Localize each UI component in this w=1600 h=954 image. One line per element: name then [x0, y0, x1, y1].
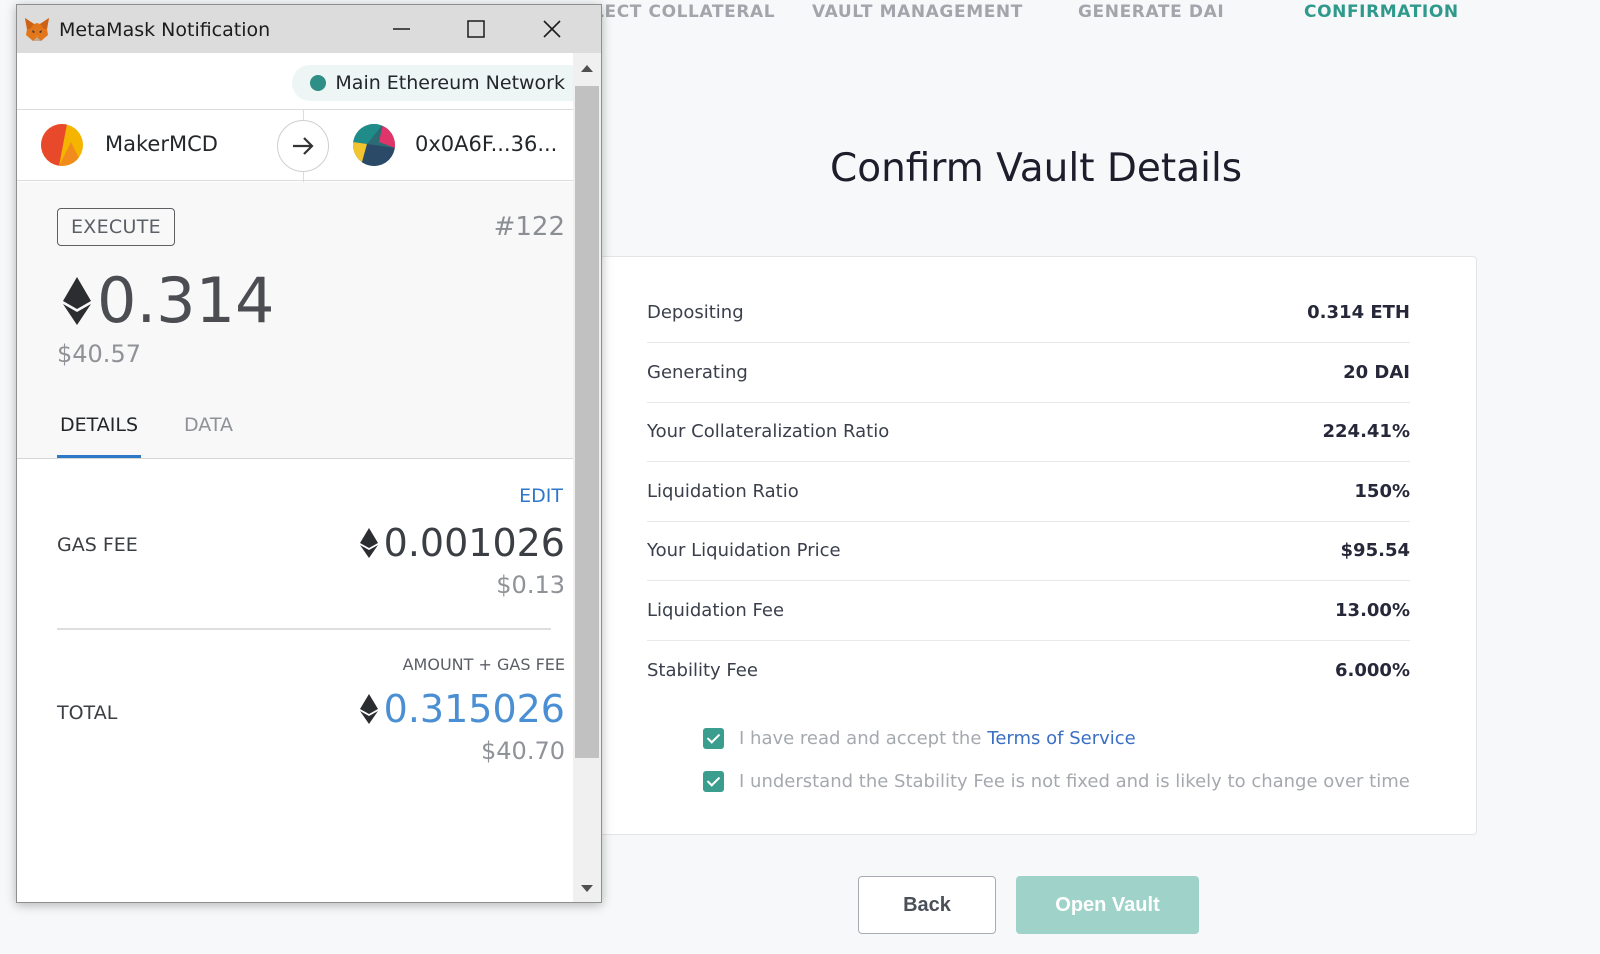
minimize-icon[interactable] [382, 11, 420, 47]
maximize-icon[interactable] [457, 11, 495, 47]
fee-divider [57, 628, 551, 630]
scrollbar[interactable] [573, 53, 601, 902]
ethereum-icon [63, 276, 91, 325]
arrow-right-icon [277, 120, 329, 172]
sender-account-name[interactable]: MakerMCD [105, 132, 218, 156]
close-icon[interactable] [533, 11, 571, 47]
summary-divider [17, 458, 575, 459]
detail-row: Stability Fee 6.000% [647, 640, 1410, 700]
recipient-address[interactable]: 0x0A6F...36... [415, 132, 557, 156]
total-label: TOTAL [57, 702, 118, 724]
detail-label: Depositing [647, 302, 744, 323]
detail-label: Stability Fee [647, 659, 758, 681]
open-vault-button[interactable]: Open Vault [1016, 876, 1199, 934]
detail-value: 224.41% [1322, 421, 1411, 442]
ethereum-icon [359, 694, 378, 724]
detail-row: Liquidation Ratio 150% [647, 462, 1410, 522]
total-eth-value: 0.315026 [383, 687, 565, 731]
stability-fee-checkbox[interactable] [703, 771, 724, 792]
scroll-thumb[interactable] [575, 86, 599, 758]
tab-details[interactable]: DETAILS [57, 410, 142, 458]
transaction-nonce: #122 [493, 212, 565, 242]
transaction-summary: EXECUTE #122 0.314 $40.57 DETAILS DATA [17, 182, 575, 458]
network-status-dot [310, 75, 327, 91]
detail-row: Generating 20 DAI [647, 343, 1410, 403]
detail-label: Liquidation Fee [647, 600, 785, 621]
metamask-content: Main Ethereum Network MakerMCD 0x0A6F...… [17, 53, 575, 902]
gas-fee-eth-value: 0.001026 [383, 521, 565, 565]
detail-row: Your Liquidation Price $95.54 [647, 521, 1410, 581]
amount-value: 0.314 [97, 264, 275, 337]
detail-row: Your Collateralization Ratio 224.41% [647, 402, 1410, 462]
detail-value: 0.314 ETH [1307, 302, 1410, 323]
stability-fee-text: I understand the Stability Fee is not fi… [739, 771, 1410, 792]
network-name: Main Ethereum Network [335, 72, 565, 94]
detail-value: 150% [1354, 481, 1410, 502]
detail-row: Liquidation Fee 13.00% [647, 581, 1410, 641]
vault-details-card: Depositing 0.314 ETH Generating 20 DAI Y… [598, 256, 1477, 835]
detail-value: $95.54 [1340, 540, 1410, 561]
page-title: Confirm Vault Details [830, 146, 1243, 191]
metamask-fox-icon [25, 18, 49, 41]
tab-data[interactable]: DATA [181, 410, 236, 458]
scroll-down-icon[interactable] [581, 885, 593, 892]
total-fiat: $40.70 [481, 737, 565, 765]
detail-label: Your Liquidation Price [647, 540, 841, 561]
total-eth: 0.315026 [359, 687, 565, 731]
detail-label: Liquidation Ratio [647, 481, 799, 502]
step-generate-dai: GENERATE DAI [1078, 2, 1225, 22]
gas-fee-fiat: $0.13 [496, 571, 565, 599]
stability-fee-checkbox-row[interactable]: I understand the Stability Fee is not fi… [703, 771, 1410, 792]
terms-of-service-link[interactable]: Terms of Service [987, 728, 1135, 749]
step-vault-management: VAULT MANAGEMENT [812, 2, 1023, 22]
amount-plus-gas-label: AMOUNT + GAS FEE [402, 655, 565, 674]
scroll-up-icon[interactable] [581, 65, 593, 72]
edit-gas-button[interactable]: EDIT [519, 485, 563, 507]
detail-value: 20 DAI [1343, 362, 1410, 383]
transaction-amount: 0.314 [61, 264, 275, 337]
detail-value: 13.00% [1335, 600, 1410, 621]
method-badge: EXECUTE [57, 208, 175, 246]
network-selector[interactable]: Main Ethereum Network [292, 65, 575, 101]
sender-recipient-bar: MakerMCD 0x0A6F...36... [17, 109, 575, 182]
detail-value: 6.000% [1335, 659, 1410, 681]
back-button[interactable]: Back [858, 876, 996, 934]
terms-checkbox[interactable] [703, 728, 724, 749]
gas-fee-eth: 0.001026 [359, 521, 565, 565]
ethereum-icon [359, 528, 378, 558]
recipient-identicon [353, 124, 395, 166]
step-confirmation: CONFIRMATION [1304, 2, 1459, 22]
gas-fee-label: GAS FEE [57, 534, 138, 556]
detail-label: Your Collateralization Ratio [647, 421, 890, 442]
sender-identicon [41, 124, 83, 166]
window-titlebar[interactable]: MetaMask Notification [17, 5, 601, 53]
window-title: MetaMask Notification [59, 19, 271, 41]
terms-checkbox-row[interactable]: I have read and accept the Terms of Serv… [703, 728, 1136, 749]
metamask-window: MetaMask Notification Main Ethereum Netw… [16, 4, 602, 903]
detail-row: Depositing 0.314 ETH [647, 283, 1410, 343]
detail-tabs: DETAILS DATA [57, 410, 276, 458]
terms-text: I have read and accept the [739, 728, 982, 749]
detail-label: Generating [647, 362, 748, 383]
amount-fiat: $40.57 [57, 340, 141, 368]
